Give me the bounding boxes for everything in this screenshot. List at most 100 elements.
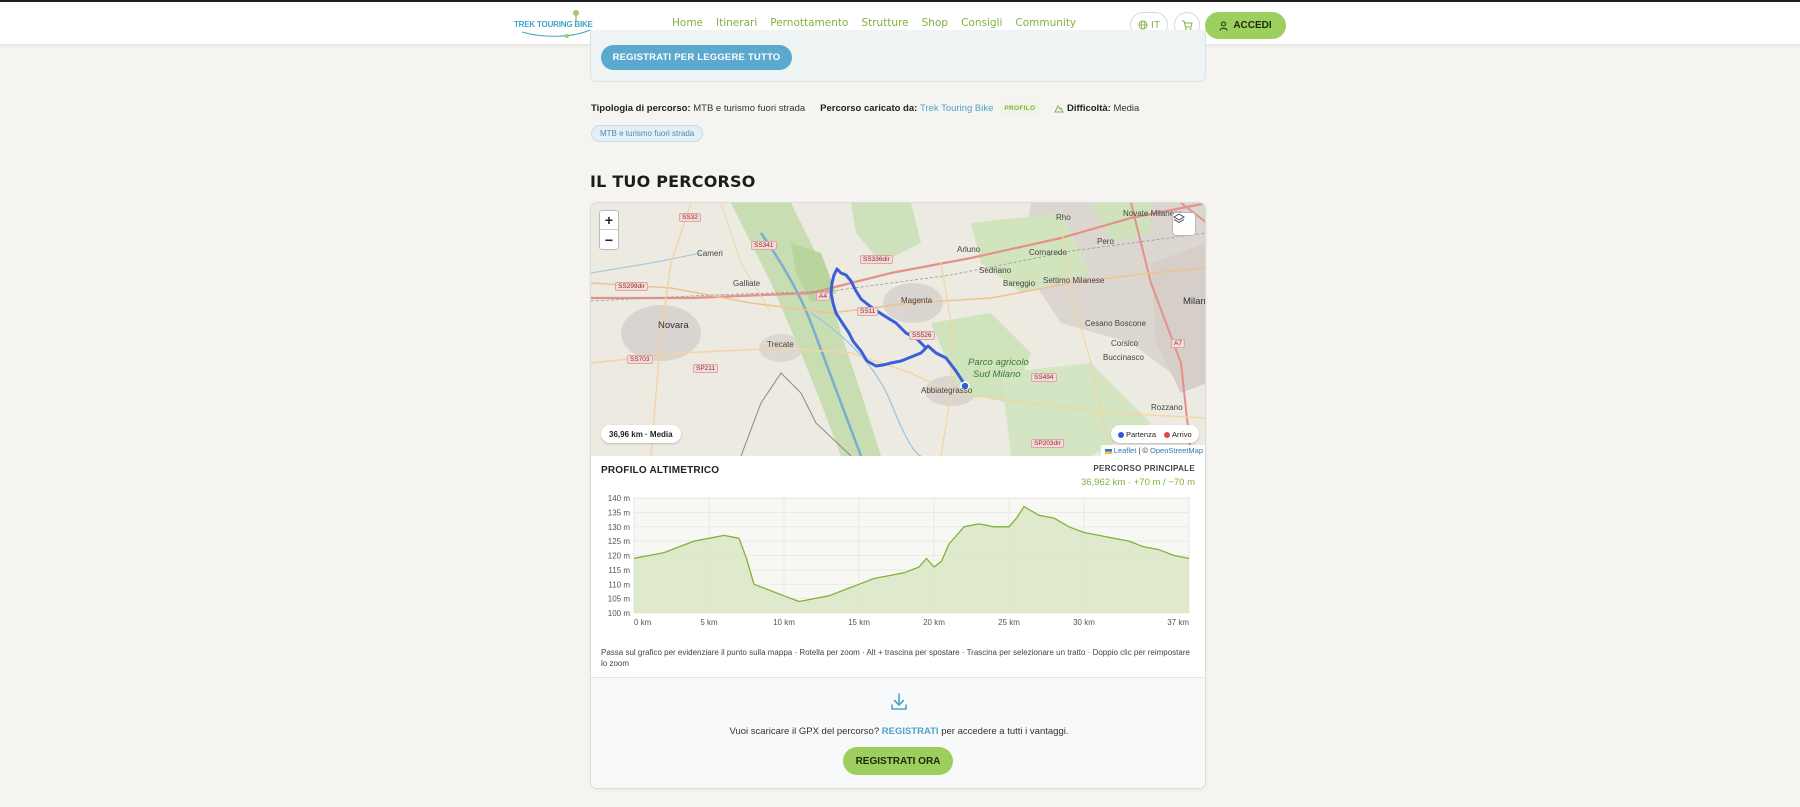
gpx-download-box: Vuoi scaricare il GPX del percorso? REGI… (591, 677, 1205, 788)
zoom-out-button[interactable]: − (600, 230, 618, 249)
map-layers-button[interactable] (1172, 212, 1196, 236)
x-tick-label: 10 km (773, 618, 795, 627)
x-tick-label: 20 km (923, 618, 945, 627)
legend-end: Arrivo (1164, 430, 1192, 439)
y-tick-label: 140 m (608, 494, 631, 503)
start-dot-icon (1118, 431, 1124, 438)
map-attribution: Leaflet | © OpenStreetMap (1100, 445, 1205, 456)
map-place-trecate: Trecate (767, 340, 794, 349)
route-category-tag[interactable]: MTB e turismo fuori strada (591, 125, 704, 142)
x-tick-label: 15 km (848, 618, 870, 627)
login-label: ACCEDI (1233, 20, 1272, 31)
map-place-pero: Pero (1097, 237, 1114, 246)
user-icon (1219, 21, 1228, 31)
y-tick-label: 120 m (608, 552, 631, 561)
logo-text: TREK TOURING BIKE (514, 20, 593, 29)
nav-pernottamento[interactable]: Pernottamento (770, 17, 848, 29)
register-to-read-button[interactable]: REGISTRATI PER LEGGERE TUTTO (601, 45, 792, 70)
gpx-register-link[interactable]: REGISTRATI (882, 726, 939, 737)
map-place-bareggio: Bareggio (1003, 279, 1036, 288)
flag-icon (1104, 448, 1112, 454)
map-place-corsico: Corsico (1111, 339, 1139, 348)
route-type-label: Tipologia di percorso: (591, 103, 691, 114)
x-tick-label: 37 km (1167, 618, 1189, 627)
osm-link[interactable]: OpenStreetMap (1150, 446, 1203, 455)
route-meta: Tipologia di percorso: MTB e turismo fuo… (591, 103, 1139, 114)
y-tick-label: 125 m (608, 537, 631, 546)
route-type-value: MTB e turismo fuori strada (693, 103, 806, 114)
route-map[interactable]: Cameri Galliate Novara Trecate Magenta A… (591, 203, 1206, 456)
difficulty-label: Difficoltà: (1067, 103, 1111, 114)
elevation-hint: Passa sul grafico per evidenziare il pun… (601, 648, 1190, 668)
map-place-buccinasco: Buccinasco (1103, 353, 1144, 362)
elevation-title: PROFILO ALTIMETRICO (601, 465, 720, 476)
nav-home[interactable]: Home (672, 17, 703, 29)
globe-icon (1138, 20, 1148, 30)
site-logo[interactable]: TREK TOURING BIKE (512, 8, 593, 40)
nav-consigli[interactable]: Consigli (961, 17, 1002, 29)
y-tick-label: 105 m (608, 595, 631, 604)
map-road-ss336dir: SS336dir (860, 255, 893, 264)
nav-shop[interactable]: Shop (922, 17, 948, 29)
language-label: IT (1151, 19, 1160, 31)
map-road-ss494: SS494 (1031, 373, 1057, 382)
y-tick-label: 100 m (608, 609, 631, 618)
map-place-sedriano: Sedriano (979, 266, 1012, 275)
uploader-label: Percorso caricato da: (820, 103, 918, 114)
x-tick-label: 0 km (634, 618, 652, 627)
map-place-abbiategrasso: Abbiategrasso (921, 386, 973, 395)
uploader-link[interactable]: Trek Touring Bike (920, 103, 993, 114)
map-legend: Partenza Arrivo (1111, 425, 1199, 443)
elevation-chart-svg[interactable]: 140 m 135 m 130 m 125 m 120 m 115 m 110 m 105 m… (599, 493, 1199, 633)
profile-badge[interactable]: PROFILO (1000, 103, 1040, 114)
y-tick-label: 115 m (608, 566, 630, 575)
mountain-icon (1054, 105, 1065, 113)
map-road-sp203dir: SP203dir (1031, 439, 1064, 448)
map-park-label-2: Sud Milano (973, 369, 1021, 380)
map-road-a7: A7 (1171, 339, 1185, 348)
map-road-sp211: SP211 (693, 364, 719, 373)
map-place-settimo: Settimo Milanese (1043, 276, 1105, 285)
elevation-chart[interactable]: 140 m 135 m 130 m 125 m 120 m 115 m 110 m 105 m… (599, 493, 1199, 633)
map-road-ss11: SS11 (857, 307, 879, 316)
x-tick-label: 30 km (1073, 618, 1095, 627)
nav-itinerari[interactable]: Itinerari (716, 17, 757, 29)
elevation-stats: 36,962 km · +70 m / −70 m (1080, 477, 1195, 488)
leaflet-link[interactable]: Leaflet (1114, 446, 1137, 455)
map-road-ss703: SS703 (627, 355, 653, 364)
map-distance-pill: 36,96 km · Media (601, 425, 681, 443)
map-place-rho: Rho (1056, 213, 1071, 222)
map-place-rozzano: Rozzano (1151, 403, 1183, 412)
y-tick-label: 130 m (608, 523, 631, 532)
login-button[interactable]: ACCEDI (1205, 12, 1286, 39)
main-nav: Home Itinerari Pernottamento Strutture S… (672, 17, 1089, 29)
map-zoom-control: + − (599, 210, 619, 250)
map-road-ss32: SS32 (679, 213, 701, 222)
zoom-in-button[interactable]: + (600, 211, 618, 230)
difficulty-value: Media (1113, 103, 1140, 114)
x-tick-label: 25 km (998, 618, 1020, 627)
map-place-arluno: Arluno (957, 245, 981, 254)
map-place-novara: Novara (658, 320, 689, 331)
x-tick-label: 5 km (700, 618, 718, 627)
y-tick-label: 110 m (608, 580, 630, 589)
route-card: Cameri Galliate Novara Trecate Magenta A… (590, 202, 1206, 789)
elevation-route-label: PERCORSO PRINCIPALE (1093, 464, 1195, 473)
map-place-cornaredo: Cornaredo (1029, 248, 1067, 257)
register-now-button[interactable]: REGISTRATI ORA (843, 747, 953, 775)
map-road-ss341: SS341 (751, 241, 777, 250)
map-place-milan: Milan (1183, 296, 1206, 307)
gpx-text: Vuoi scaricare il GPX del percorso? REGI… (729, 726, 1069, 737)
section-title: IL TUO PERCORSO (590, 172, 756, 191)
map-park-label-1: Parco agricolo (968, 357, 1029, 368)
nav-strutture[interactable]: Strutture (861, 17, 908, 29)
map-place-galliate: Galliate (733, 279, 761, 288)
map-road-ss526: SS526 (909, 331, 935, 340)
nav-community[interactable]: Community (1015, 17, 1076, 29)
map-place-cameri: Cameri (697, 249, 723, 258)
map-road-a4: A4 (816, 292, 830, 301)
download-icon (891, 693, 907, 710)
map-place-magenta: Magenta (901, 296, 933, 305)
layers-icon (1173, 213, 1185, 224)
end-dot-icon (1164, 431, 1171, 438)
